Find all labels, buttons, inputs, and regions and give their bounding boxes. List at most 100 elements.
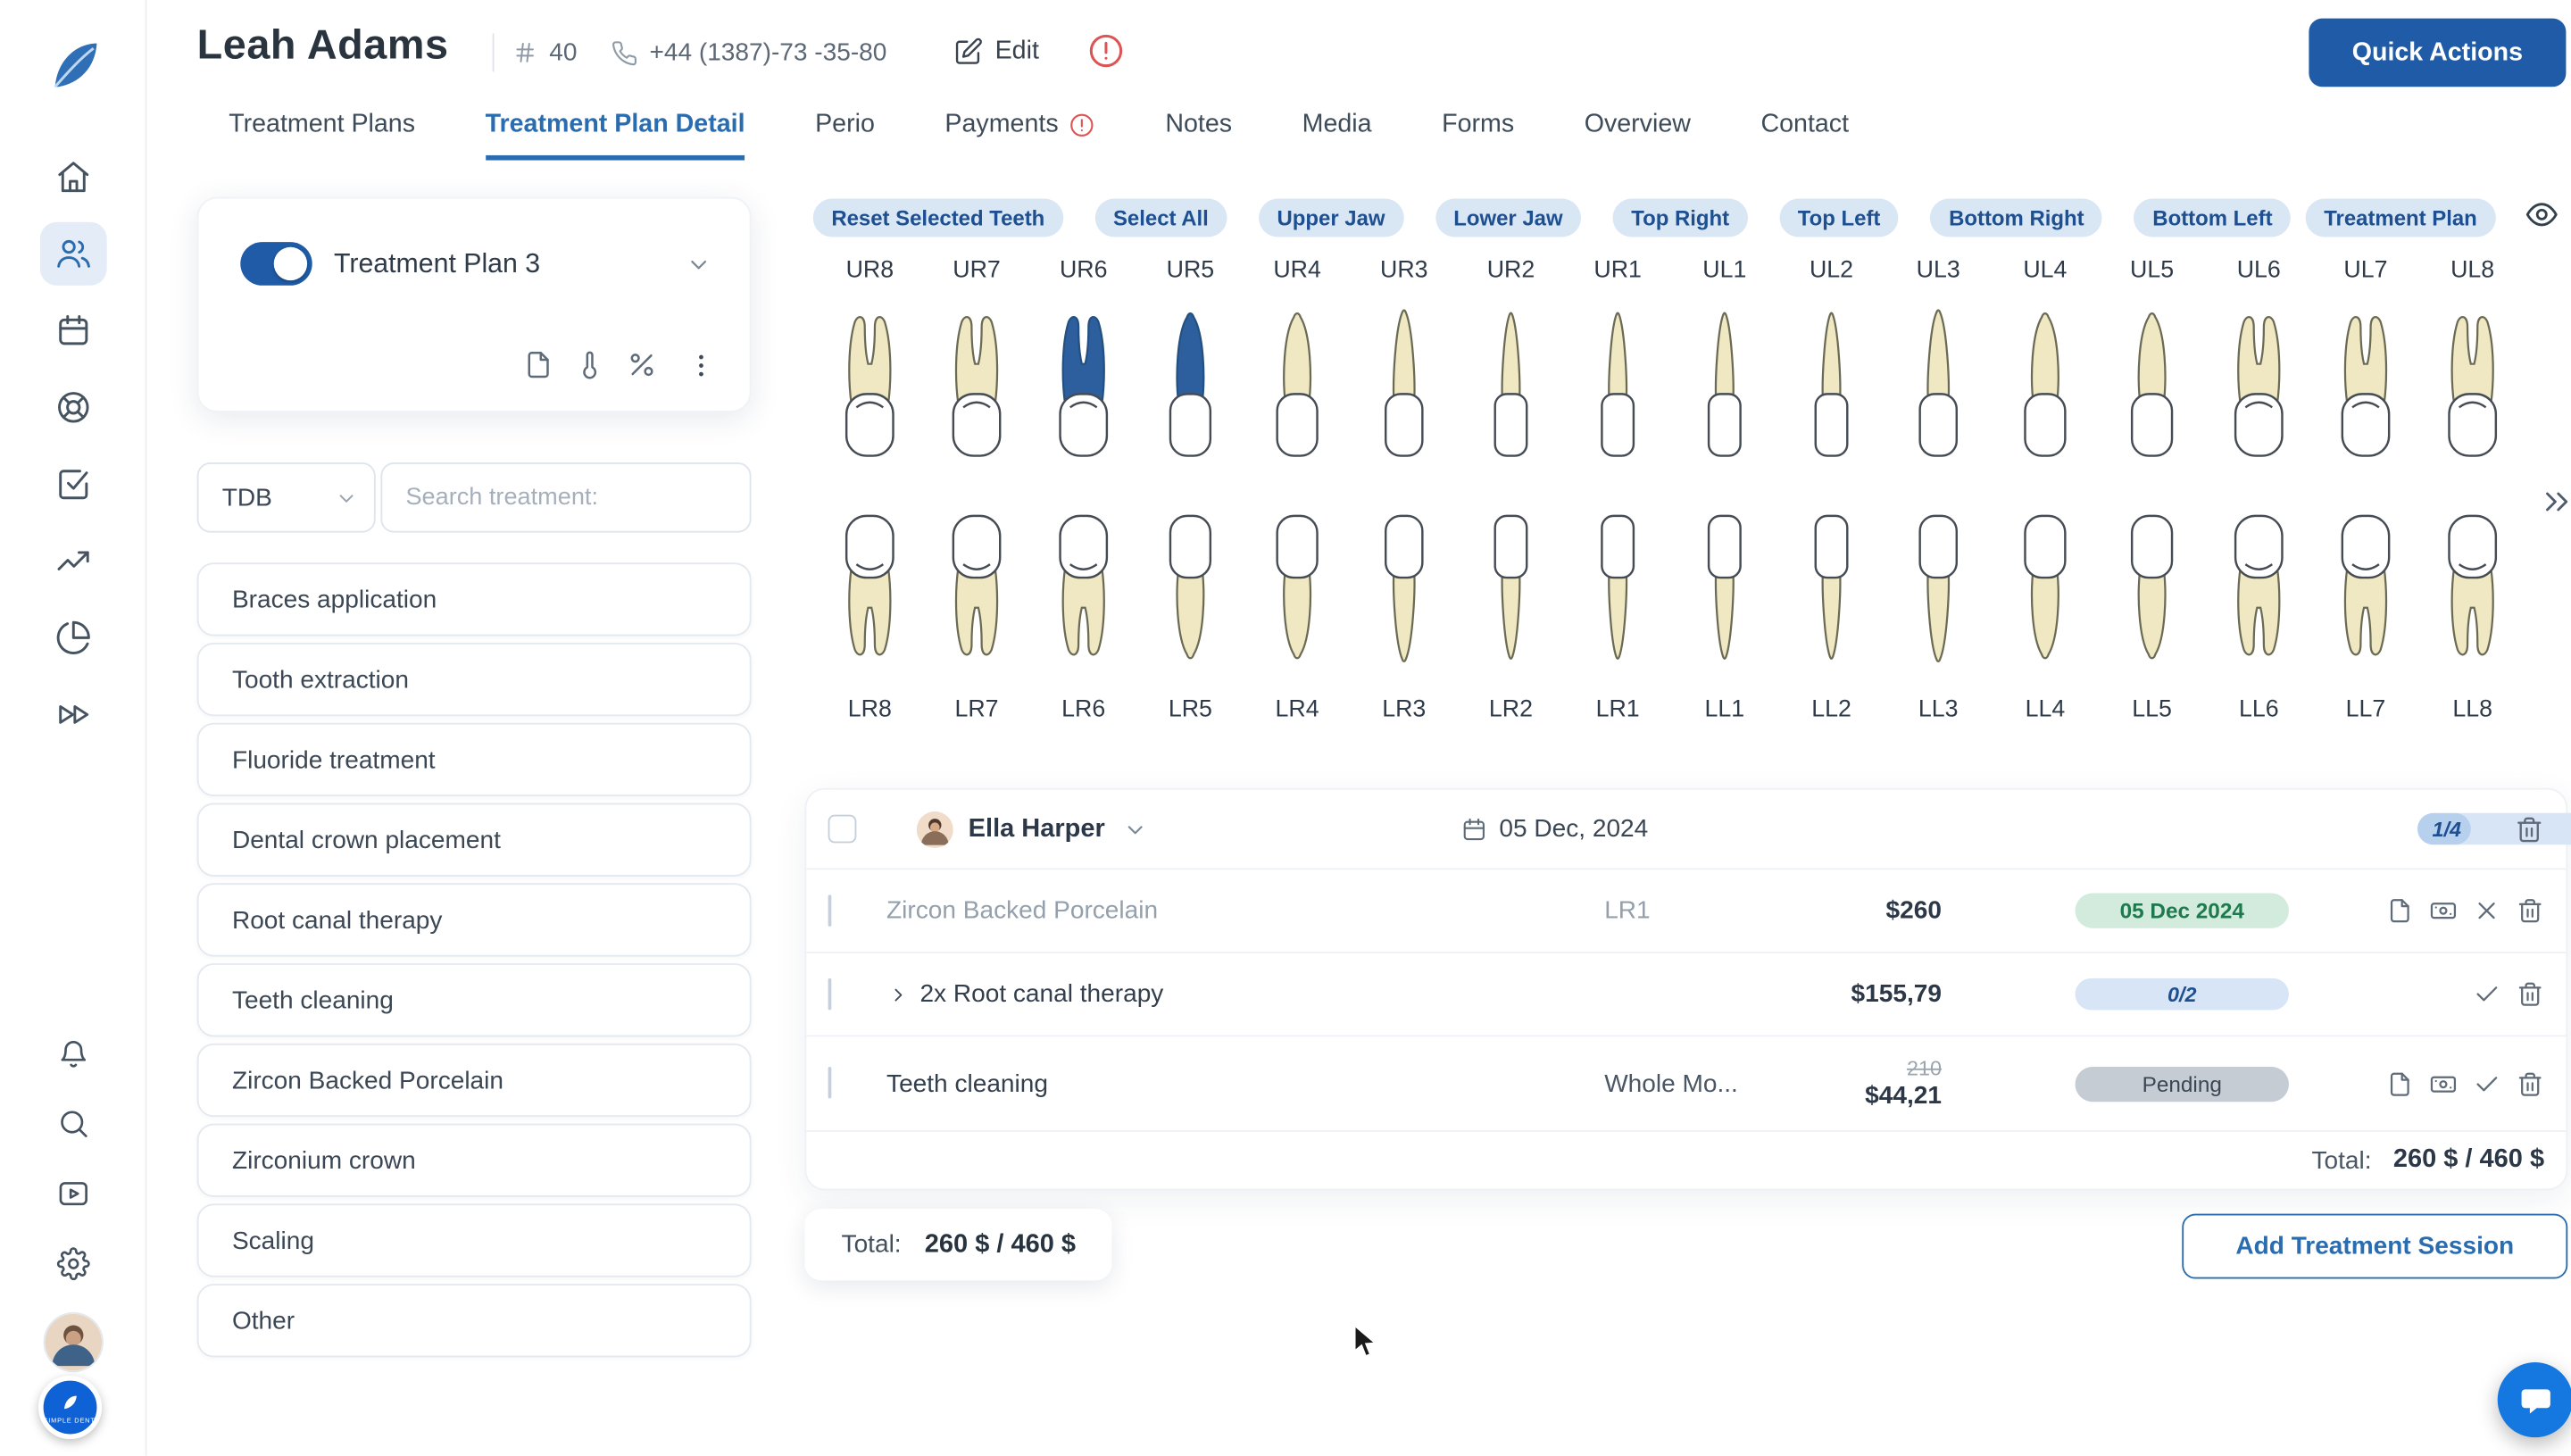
filter-chip-lower-jaw[interactable]: Lower Jaw bbox=[1435, 199, 1582, 237]
checkbox[interactable] bbox=[828, 1067, 832, 1099]
tooth-UR1[interactable] bbox=[1564, 305, 1671, 462]
chevron-down-icon[interactable] bbox=[685, 250, 713, 279]
tooth-label-LL8[interactable]: LL8 bbox=[2419, 693, 2526, 726]
sidebar-item-quick-nav[interactable] bbox=[39, 683, 106, 746]
tooth-label-LR7[interactable]: LR7 bbox=[923, 693, 1030, 726]
tooth-UR4[interactable] bbox=[1244, 305, 1351, 462]
tooth-label-UR8[interactable]: UR8 bbox=[816, 254, 923, 287]
treatment-category-select[interactable]: TDB bbox=[197, 462, 376, 533]
tooth-label-LL7[interactable]: LL7 bbox=[2312, 693, 2419, 726]
tooth-UL4[interactable] bbox=[1992, 305, 2099, 462]
tooth-UL6[interactable] bbox=[2205, 305, 2312, 462]
tooth-label-UL6[interactable]: UL6 bbox=[2205, 254, 2312, 287]
treatment-list-item[interactable]: Dental crown placement bbox=[197, 803, 752, 877]
add-treatment-session-button[interactable]: Add Treatment Session bbox=[2182, 1214, 2567, 1279]
tab-overview[interactable]: Overview bbox=[1585, 110, 1691, 160]
tooth-label-UR2[interactable]: UR2 bbox=[1458, 254, 1565, 287]
sidebar-item-tutorials[interactable] bbox=[56, 1177, 89, 1219]
delete-icon[interactable] bbox=[2516, 896, 2544, 925]
tooth-label-UR5[interactable]: UR5 bbox=[1137, 254, 1244, 287]
tooth-LR7[interactable] bbox=[923, 509, 1030, 666]
tooth-UR2[interactable] bbox=[1458, 305, 1565, 462]
tooth-label-LL4[interactable]: LL4 bbox=[1992, 693, 2099, 726]
tooth-LL7[interactable] bbox=[2312, 509, 2419, 666]
sidebar-item-analytics[interactable] bbox=[39, 529, 106, 593]
percent-icon[interactable] bbox=[626, 349, 658, 381]
sidebar-item-settings[interactable] bbox=[56, 1247, 89, 1289]
chat-widget-badge[interactable]: SIMPLE DENT bbox=[37, 1376, 101, 1439]
filter-chip-top-left[interactable]: Top Left bbox=[1779, 199, 1899, 237]
treatment-row[interactable]: 2x Root canal therapy$155,790/2 bbox=[806, 952, 2566, 1036]
payment-icon[interactable] bbox=[2429, 1069, 2458, 1098]
tooth-label-UL3[interactable]: UL3 bbox=[1885, 254, 1992, 287]
tooth-label-UL7[interactable]: UL7 bbox=[2312, 254, 2419, 287]
tooth-LR3[interactable] bbox=[1351, 509, 1458, 666]
tooth-label-LR3[interactable]: LR3 bbox=[1351, 693, 1458, 726]
tooth-label-LL6[interactable]: LL6 bbox=[2205, 693, 2312, 726]
session-checkbox[interactable] bbox=[828, 815, 857, 844]
tooth-label-UR6[interactable]: UR6 bbox=[1030, 254, 1137, 287]
tab-media[interactable]: Media bbox=[1302, 110, 1372, 160]
session-date[interactable]: 05 Dec, 2024 bbox=[1499, 815, 1648, 844]
treatment-list-item[interactable]: Zirconium crown bbox=[197, 1124, 752, 1197]
tooth-UR8[interactable] bbox=[816, 305, 923, 462]
tooth-UL8[interactable] bbox=[2419, 305, 2526, 462]
payment-icon[interactable] bbox=[2429, 896, 2458, 925]
confirm-icon[interactable] bbox=[2473, 1069, 2501, 1098]
tab-perio[interactable]: Perio bbox=[815, 110, 875, 160]
kebab-icon[interactable] bbox=[686, 350, 717, 380]
tooth-label-LL5[interactable]: LL5 bbox=[2099, 693, 2206, 726]
treatment-search-input[interactable] bbox=[380, 462, 751, 533]
sidebar-item-search[interactable] bbox=[56, 1107, 89, 1149]
sidebar-item-home[interactable] bbox=[39, 146, 106, 209]
tooth-UL1[interactable] bbox=[1671, 305, 1778, 462]
tooth-label-UR7[interactable]: UR7 bbox=[923, 254, 1030, 287]
tooth-UR5[interactable] bbox=[1137, 305, 1244, 462]
tooth-UL2[interactable] bbox=[1778, 305, 1885, 462]
tooth-label-UL8[interactable]: UL8 bbox=[2419, 254, 2526, 287]
treatment-list-item[interactable]: Fluoride treatment bbox=[197, 723, 752, 796]
treatment-list-item[interactable]: Other bbox=[197, 1284, 752, 1357]
plan-toggle[interactable] bbox=[240, 242, 312, 286]
file-icon[interactable] bbox=[2385, 896, 2414, 925]
tooth-LL4[interactable] bbox=[1992, 509, 2099, 666]
treatment-plan-chip[interactable]: Treatment Plan bbox=[2306, 199, 2496, 237]
expand-panel-icon[interactable] bbox=[2539, 484, 2571, 519]
tooth-label-UL1[interactable]: UL1 bbox=[1671, 254, 1778, 287]
delete-session-icon[interactable] bbox=[2514, 814, 2544, 844]
tooth-label-LR6[interactable]: LR6 bbox=[1030, 693, 1137, 726]
tooth-LR4[interactable] bbox=[1244, 509, 1351, 666]
tooth-label-UR1[interactable]: UR1 bbox=[1564, 254, 1671, 287]
tab-forms[interactable]: Forms bbox=[1442, 110, 1514, 160]
filter-chip-bottom-right[interactable]: Bottom Right bbox=[1931, 199, 2103, 237]
treatment-list-item[interactable]: Root canal therapy bbox=[197, 883, 752, 956]
tooth-LL6[interactable] bbox=[2205, 509, 2312, 666]
tooth-LR2[interactable] bbox=[1458, 509, 1565, 666]
sidebar-item-notifications[interactable] bbox=[56, 1036, 89, 1078]
filter-chip-upper-jaw[interactable]: Upper Jaw bbox=[1259, 199, 1403, 237]
sidebar-item-support[interactable] bbox=[39, 376, 106, 439]
treatment-list-item[interactable]: Teeth cleaning bbox=[197, 963, 752, 1036]
tooth-label-LR4[interactable]: LR4 bbox=[1244, 693, 1351, 726]
tab-notes[interactable]: Notes bbox=[1165, 110, 1232, 160]
confirm-icon[interactable] bbox=[2473, 980, 2501, 1009]
edit-patient-button[interactable]: Edit bbox=[953, 37, 1039, 67]
treatment-list-item[interactable]: Zircon Backed Porcelain bbox=[197, 1044, 752, 1117]
filter-chip-bottom-left[interactable]: Bottom Left bbox=[2134, 199, 2291, 237]
checkbox[interactable] bbox=[828, 978, 832, 1010]
tab-treatment-plans[interactable]: Treatment Plans bbox=[229, 110, 415, 160]
tooth-LL3[interactable] bbox=[1885, 509, 1992, 666]
sidebar-item-patients[interactable] bbox=[39, 222, 106, 286]
treatment-list-item[interactable]: Braces application bbox=[197, 562, 752, 636]
tooth-UR6[interactable] bbox=[1030, 305, 1137, 462]
tooth-label-UL2[interactable]: UL2 bbox=[1778, 254, 1885, 287]
tooth-LR8[interactable] bbox=[816, 509, 923, 666]
tooth-LL8[interactable] bbox=[2419, 509, 2526, 666]
sidebar-item-calendar[interactable] bbox=[39, 299, 106, 362]
thermometer-icon[interactable] bbox=[574, 349, 606, 381]
quick-actions-button[interactable]: Quick Actions bbox=[2309, 19, 2566, 87]
sidebar-item-reports[interactable] bbox=[39, 606, 106, 670]
tooth-label-UR3[interactable]: UR3 bbox=[1351, 254, 1458, 287]
tab-payments[interactable]: Payments bbox=[944, 110, 1094, 160]
tooth-LL1[interactable] bbox=[1671, 509, 1778, 666]
